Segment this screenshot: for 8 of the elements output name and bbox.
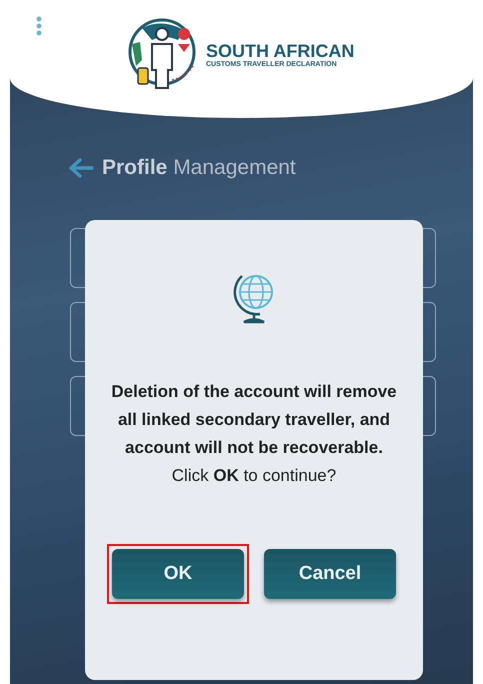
dialog-message: Deletion of the account will remove all linked secondary traveller, and account will not be recoverable. bbox=[110, 381, 398, 459]
dialog-prompt: Click OK to continue? bbox=[172, 465, 336, 487]
back-arrow-icon[interactable] bbox=[68, 158, 94, 178]
dialog-button[interactable]: OK bbox=[112, 549, 244, 599]
page-title: Profile Management bbox=[102, 156, 296, 180]
menu-icon[interactable] bbox=[36, 16, 42, 36]
logo-title: SOUTH AFRICAN bbox=[206, 40, 354, 60]
dialog-button[interactable]: Cancel bbox=[264, 549, 396, 599]
